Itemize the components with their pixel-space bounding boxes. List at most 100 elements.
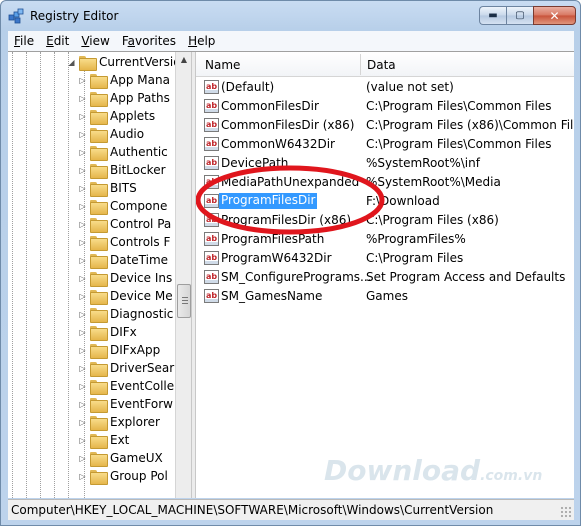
- tree-item[interactable]: ▷ DriverSear: [78, 359, 174, 377]
- value-name[interactable]: (Default): [221, 80, 274, 94]
- value-row[interactable]: ab MediaPathUnexpanded %SystemRoot%\Media: [196, 173, 574, 192]
- title-bar[interactable]: Registry Editor ▬ ▢ ✕: [1, 1, 580, 31]
- tree-vertical-scrollbar[interactable]: ▲: [175, 52, 191, 498]
- key-tree-pane[interactable]: ◢ CurrentVersio ▷ App Mana ▷ App Paths ▷ Appl…: [8, 52, 191, 498]
- collapse-arrow-icon[interactable]: ▷: [78, 184, 87, 193]
- expand-arrow-icon[interactable]: ◢: [67, 58, 76, 67]
- column-divider[interactable]: [360, 54, 361, 75]
- value-name[interactable]: ProgramW6432Dir: [221, 251, 332, 265]
- tree-item[interactable]: ▷ Ext: [78, 431, 129, 449]
- string-value-icon: ab: [204, 270, 219, 284]
- minimize-button[interactable]: ▬: [479, 6, 506, 25]
- value-row[interactable]: ab CommonFilesDir C:\Program Files\Common …: [196, 97, 574, 116]
- close-button[interactable]: ✕: [533, 6, 576, 25]
- scroll-grip-line: [182, 303, 188, 304]
- value-row[interactable]: ab CommonFilesDir (x86) C:\Program Files (…: [196, 116, 574, 135]
- collapse-arrow-icon[interactable]: ▷: [78, 256, 87, 265]
- collapse-arrow-icon[interactable]: ▷: [78, 328, 87, 337]
- scroll-thumb[interactable]: [177, 284, 191, 318]
- menu-favorites[interactable]: Favorites: [116, 34, 182, 48]
- collapse-arrow-icon[interactable]: ▷: [78, 292, 87, 301]
- collapse-arrow-icon[interactable]: ▷: [78, 220, 87, 229]
- maximize-button[interactable]: ▢: [506, 6, 533, 25]
- value-row[interactable]: ab ProgramFilesPath %ProgramFiles%: [196, 230, 574, 249]
- tree-item-label: App Mana: [110, 73, 170, 87]
- tree-item-label: Authentic: [110, 145, 168, 159]
- tree-item[interactable]: ▷ Device Ins: [78, 269, 172, 287]
- tree-item-label: BITS: [110, 181, 137, 195]
- registry-editor-icon: [8, 8, 24, 24]
- collapse-arrow-icon[interactable]: ▷: [78, 238, 87, 247]
- value-row[interactable]: ab (Default) (value not set): [196, 78, 574, 97]
- tree-item[interactable]: ▷ Audio: [78, 125, 144, 143]
- tree-item[interactable]: ▷ DIFx: [78, 323, 137, 341]
- menu-edit[interactable]: Edit: [40, 34, 75, 48]
- tree-item[interactable]: ▷ BitLocker: [78, 161, 166, 179]
- tree-item[interactable]: ▷ Control Pa: [78, 215, 171, 233]
- value-name[interactable]: CommonFilesDir: [221, 99, 319, 113]
- value-name[interactable]: SM_ConfigurePrograms...: [221, 270, 371, 284]
- value-row[interactable]: ab SM_ConfigurePrograms... Set Program Acc…: [196, 268, 574, 287]
- tree-item[interactable]: ▷ Controls F: [78, 233, 170, 251]
- tree-item[interactable]: ▷ Authentic: [78, 143, 168, 161]
- collapse-arrow-icon[interactable]: ▷: [78, 76, 87, 85]
- value-row[interactable]: ab ProgramW6432Dir C:\Program Files: [196, 249, 574, 268]
- value-row[interactable]: ab ProgramFilesDir (x86) C:\Program Files …: [196, 211, 574, 230]
- tree-item[interactable]: ▷ App Mana: [78, 71, 170, 89]
- value-row[interactable]: ab CommonW6432Dir C:\Program Files\Common …: [196, 135, 574, 154]
- collapse-arrow-icon[interactable]: ▷: [78, 400, 87, 409]
- tree-item[interactable]: ▷ EventColle: [78, 377, 174, 395]
- value-name[interactable]: SM_GamesName: [221, 289, 322, 303]
- tree-item-label: BitLocker: [110, 163, 166, 177]
- value-name[interactable]: MediaPathUnexpanded: [221, 175, 359, 189]
- scroll-up-arrow-icon[interactable]: ▲: [176, 52, 191, 68]
- menu-help[interactable]: Help: [182, 34, 221, 48]
- folder-icon: [90, 127, 108, 143]
- collapse-arrow-icon[interactable]: ▷: [78, 274, 87, 283]
- value-row[interactable]: ab SM_GamesName Games: [196, 287, 574, 306]
- tree-item[interactable]: ▷ GameUX: [78, 449, 163, 467]
- collapse-arrow-icon[interactable]: ▷: [78, 436, 87, 445]
- tree-item[interactable]: ▷ BITS: [78, 179, 137, 197]
- tree-item[interactable]: ▷ DIFxApp: [78, 341, 160, 359]
- collapse-arrow-icon[interactable]: ▷: [78, 364, 87, 373]
- collapse-arrow-icon[interactable]: ▷: [78, 472, 87, 481]
- value-row[interactable]: ab ProgramFilesDir F:\Download: [196, 192, 574, 211]
- collapse-arrow-icon[interactable]: ▷: [78, 148, 87, 157]
- tree-item[interactable]: ▷ Compone: [78, 197, 167, 215]
- tree-item[interactable]: ▷ Applets: [78, 107, 155, 125]
- collapse-arrow-icon[interactable]: ▷: [78, 94, 87, 103]
- tree-item[interactable]: ▷ EventForw: [78, 395, 173, 413]
- collapse-arrow-icon[interactable]: ▷: [78, 166, 87, 175]
- collapse-arrow-icon[interactable]: ▷: [78, 112, 87, 121]
- tree-item[interactable]: ▷ Diagnostic: [78, 305, 173, 323]
- value-name[interactable]: ProgramFilesDir: [219, 193, 318, 209]
- collapse-arrow-icon[interactable]: ▷: [78, 454, 87, 463]
- tree-item[interactable]: ▷ App Paths: [78, 89, 170, 107]
- column-header-name[interactable]: Name: [205, 58, 240, 72]
- value-name[interactable]: ProgramFilesPath: [221, 232, 324, 246]
- collapse-arrow-icon[interactable]: ▷: [78, 382, 87, 391]
- tree-item[interactable]: ▷ DateTime: [78, 251, 168, 269]
- tree-item[interactable]: ▷ Group Pol: [78, 467, 168, 485]
- value-name[interactable]: CommonW6432Dir: [221, 137, 335, 151]
- values-list-pane[interactable]: Name Data ab (Default) (value not set) ab Co…: [196, 52, 574, 498]
- value-name[interactable]: CommonFilesDir (x86): [221, 118, 354, 132]
- column-header-data[interactable]: Data: [367, 58, 396, 72]
- tree-item[interactable]: ▷ Explorer: [78, 413, 160, 431]
- resize-grip-icon[interactable]: [560, 506, 572, 518]
- tree-item-currentversion[interactable]: ◢ CurrentVersio: [67, 53, 181, 71]
- folder-icon: [90, 415, 108, 431]
- tree-guide-line: [68, 52, 69, 498]
- value-row[interactable]: ab DevicePath %SystemRoot%\inf: [196, 154, 574, 173]
- collapse-arrow-icon[interactable]: ▷: [78, 418, 87, 427]
- value-name[interactable]: DevicePath: [221, 156, 288, 170]
- collapse-arrow-icon[interactable]: ▷: [78, 130, 87, 139]
- menu-view[interactable]: View: [75, 34, 115, 48]
- collapse-arrow-icon[interactable]: ▷: [78, 202, 87, 211]
- collapse-arrow-icon[interactable]: ▷: [78, 310, 87, 319]
- value-name[interactable]: ProgramFilesDir (x86): [221, 213, 351, 227]
- tree-item[interactable]: ▷ Device Me: [78, 287, 173, 305]
- collapse-arrow-icon[interactable]: ▷: [78, 346, 87, 355]
- menu-file[interactable]: File: [8, 34, 40, 48]
